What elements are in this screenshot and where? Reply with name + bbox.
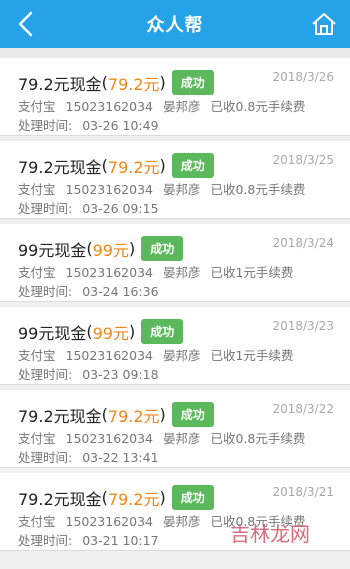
account-name: 晏邦彦 xyxy=(162,514,201,529)
list-item[interactable]: 99元现金 ( 99元 ) 成功 2018/3/23 支付宝 150231620… xyxy=(0,307,350,385)
paren-amount: 79.2元 xyxy=(107,157,160,177)
list-item[interactable]: 79.2元现金 ( 79.2元 ) 成功 2018/3/22 支付宝 15023… xyxy=(0,390,350,468)
amount-line: 99元现金 ( 99元 ) 成功 xyxy=(18,319,184,344)
account-number: 15023162034 xyxy=(65,431,153,446)
payment-method: 支付宝 xyxy=(18,348,56,363)
amount-text: 79.2元现金 xyxy=(18,406,102,426)
record-date: 2018/3/21 xyxy=(272,485,334,499)
payment-method: 支付宝 xyxy=(18,514,56,529)
header-divider xyxy=(0,48,350,58)
account-name: 晏邦彦 xyxy=(162,182,201,197)
record-date: 2018/3/25 xyxy=(272,153,334,167)
record-date: 2018/3/22 xyxy=(272,402,334,416)
payment-method: 支付宝 xyxy=(18,431,56,446)
paren-close: ) xyxy=(159,156,166,175)
paren-amount: 99元 xyxy=(92,323,129,343)
record-date: 2018/3/26 xyxy=(272,70,334,84)
watermark-text: 吉林龙网 xyxy=(230,522,310,546)
status-badge: 成功 xyxy=(141,319,184,344)
page-title: 众人帮 xyxy=(146,15,204,36)
payment-info: 支付宝 15023162034 晏邦彦 已收0.8元手续费 xyxy=(18,96,311,115)
account-number: 15023162034 xyxy=(65,514,153,529)
process-time-value: 03-23 09:18 xyxy=(82,367,159,382)
process-time: 处理时间: 03-26 10:49 xyxy=(18,115,165,134)
withdrawal-list: 79.2元现金 ( 79.2元 ) 成功 2018/3/26 支付宝 15023… xyxy=(0,58,350,556)
process-time: 处理时间: 03-26 09:15 xyxy=(18,198,165,217)
paren-close: ) xyxy=(129,322,136,341)
process-time-value: 03-21 10:17 xyxy=(82,533,159,548)
payment-info: 支付宝 15023162034 晏邦彦 已收1元手续费 xyxy=(18,345,299,364)
process-time-value: 03-24 16:36 xyxy=(82,284,159,299)
account-name: 晏邦彦 xyxy=(162,99,201,114)
account-name: 晏邦彦 xyxy=(162,348,201,363)
fee-text: 已收1元手续费 xyxy=(210,265,294,280)
paren-close: ) xyxy=(129,239,136,258)
status-badge: 成功 xyxy=(171,402,214,427)
process-time-label: 处理时间: xyxy=(18,201,73,216)
payment-method: 支付宝 xyxy=(18,265,56,280)
back-button[interactable] xyxy=(8,6,44,42)
account-name: 晏邦彦 xyxy=(162,431,201,446)
fee-text: 已收0.8元手续费 xyxy=(210,431,306,446)
amount-text: 99元现金 xyxy=(18,240,87,260)
fee-text: 已收0.8元手续费 xyxy=(210,99,306,114)
process-time-label: 处理时间: xyxy=(18,118,73,133)
status-badge: 成功 xyxy=(171,70,214,95)
paren-amount: 99元 xyxy=(92,240,129,260)
process-time-value: 03-26 09:15 xyxy=(82,201,159,216)
paren-close: ) xyxy=(159,488,166,507)
account-number: 15023162034 xyxy=(65,99,153,114)
list-item[interactable]: 99元现金 ( 99元 ) 成功 2018/3/24 支付宝 150231620… xyxy=(0,224,350,302)
process-time: 处理时间: 03-21 10:17 xyxy=(18,530,165,549)
amount-line: 79.2元现金 ( 79.2元 ) 成功 xyxy=(18,402,214,427)
payment-info: 支付宝 15023162034 晏邦彦 已收0.8元手续费 xyxy=(18,428,311,447)
process-time-label: 处理时间: xyxy=(18,533,73,548)
paren-close: ) xyxy=(159,73,166,92)
account-number: 15023162034 xyxy=(65,265,153,280)
payment-method: 支付宝 xyxy=(18,99,56,114)
process-time: 处理时间: 03-24 16:36 xyxy=(18,281,165,300)
record-date: 2018/3/24 xyxy=(272,236,334,250)
status-badge: 成功 xyxy=(171,153,214,178)
app-header: 众人帮 xyxy=(0,0,350,48)
paren-amount: 79.2元 xyxy=(107,74,160,94)
paren-amount: 79.2元 xyxy=(107,406,160,426)
home-button[interactable] xyxy=(306,6,342,42)
record-date: 2018/3/23 xyxy=(272,319,334,333)
home-icon xyxy=(312,13,336,35)
status-badge: 成功 xyxy=(171,485,214,510)
fee-text: 已收0.8元手续费 xyxy=(210,182,306,197)
list-item[interactable]: 79.2元现金 ( 79.2元 ) 成功 2018/3/25 支付宝 15023… xyxy=(0,141,350,219)
process-time-value: 03-22 13:41 xyxy=(82,450,159,465)
process-time-value: 03-26 10:49 xyxy=(82,118,159,133)
back-chevron-icon xyxy=(18,11,33,37)
account-number: 15023162034 xyxy=(65,348,153,363)
list-item[interactable]: 79.2元现金 ( 79.2元 ) 成功 2018/3/26 支付宝 15023… xyxy=(0,58,350,136)
account-number: 15023162034 xyxy=(65,182,153,197)
amount-line: 79.2元现金 ( 79.2元 ) 成功 xyxy=(18,485,214,510)
amount-text: 79.2元现金 xyxy=(18,74,102,94)
amount-line: 79.2元现金 ( 79.2元 ) 成功 xyxy=(18,70,214,95)
process-time: 处理时间: 03-23 09:18 xyxy=(18,364,165,383)
amount-line: 99元现金 ( 99元 ) 成功 xyxy=(18,236,184,261)
fee-text: 已收1元手续费 xyxy=(210,348,294,363)
process-time-label: 处理时间: xyxy=(18,450,73,465)
process-time: 处理时间: 03-22 13:41 xyxy=(18,447,165,466)
payment-method: 支付宝 xyxy=(18,182,56,197)
process-time-label: 处理时间: xyxy=(18,367,73,382)
payment-info: 支付宝 15023162034 晏邦彦 已收1元手续费 xyxy=(18,262,299,281)
paren-amount: 79.2元 xyxy=(107,489,160,509)
account-name: 晏邦彦 xyxy=(162,265,201,280)
paren-close: ) xyxy=(159,405,166,424)
process-time-label: 处理时间: xyxy=(18,284,73,299)
amount-text: 79.2元现金 xyxy=(18,157,102,177)
amount-text: 99元现金 xyxy=(18,323,87,343)
status-badge: 成功 xyxy=(141,236,184,261)
amount-line: 79.2元现金 ( 79.2元 ) 成功 xyxy=(18,153,214,178)
payment-info: 支付宝 15023162034 晏邦彦 已收0.8元手续费 xyxy=(18,179,311,198)
amount-text: 79.2元现金 xyxy=(18,489,102,509)
